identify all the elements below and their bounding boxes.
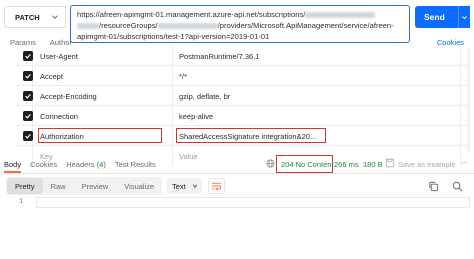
url-line-1: https://afreen-apimgmt-01.management.azu… <box>77 10 306 19</box>
copy-icon[interactable] <box>428 181 439 192</box>
search-icon[interactable] <box>452 181 463 192</box>
view-mode-preview[interactable]: Preview <box>74 178 117 194</box>
wrap-lines-button[interactable] <box>208 178 225 194</box>
table-row: Accept */* <box>16 66 470 86</box>
check-icon <box>25 134 31 139</box>
table-row: Accept-Encoding gzip, deflate, br <box>16 86 470 106</box>
redacted-subscription-id <box>305 12 376 18</box>
header-enabled-checkbox[interactable] <box>23 71 33 81</box>
header-key[interactable]: User-Agent <box>40 52 78 61</box>
chevron-down-icon <box>462 15 467 19</box>
url-line-3: apimgmt-01/subscriptions/test-1?api-vers… <box>77 32 270 41</box>
view-mode-pretty[interactable]: Pretty <box>7 178 43 194</box>
status-code[interactable]: 204 No Content <box>281 160 334 169</box>
check-icon <box>25 94 31 99</box>
check-icon <box>25 54 31 59</box>
header-enabled-checkbox[interactable] <box>23 111 33 121</box>
line-number: 1 <box>19 198 24 206</box>
header-key[interactable]: Authorization <box>40 132 84 141</box>
format-label: Text <box>172 181 186 191</box>
more-options-icon[interactable]: ··· <box>461 157 468 167</box>
table-row: User-Agent PostmanRuntime/7.36.1 <box>16 46 470 66</box>
redacted-subscription-id-cont <box>77 23 99 29</box>
header-key[interactable]: Connection <box>40 112 78 121</box>
header-enabled-checkbox[interactable] <box>23 51 33 61</box>
view-mode-selector: Pretty Raw Preview Visualize <box>6 177 162 195</box>
redacted-resource-group <box>157 23 218 29</box>
method-label: PATCH <box>15 12 40 22</box>
chevron-down-icon <box>192 184 198 188</box>
header-value[interactable]: PostmanRuntime/7.36.1 <box>179 52 259 61</box>
wrap-lines-icon <box>211 182 222 191</box>
send-label: Send <box>424 12 445 22</box>
response-tabs: Body Cookies Headers (4) Test Results <box>4 160 156 169</box>
header-enabled-checkbox[interactable] <box>23 91 33 101</box>
header-value[interactable]: keep-alive <box>179 112 213 121</box>
tab-cookies[interactable]: Cookies <box>30 160 57 169</box>
send-button[interactable]: Send <box>415 6 470 28</box>
save-icon <box>385 158 395 168</box>
save-as-example-button[interactable]: Save as example <box>398 160 456 169</box>
header-value[interactable]: SharedAccessSignature integration&20... <box>179 132 316 141</box>
table-row: Authorization SharedAccessSignature inte… <box>16 126 470 146</box>
table-row: Connection keep-alive <box>16 106 470 126</box>
tab-body[interactable]: Body <box>4 160 21 169</box>
headers-scrollbar[interactable] <box>467 48 470 153</box>
header-value[interactable]: */* <box>179 72 187 81</box>
view-mode-visualize[interactable]: Visualize <box>116 178 162 194</box>
url-line-2a: /resourceGroups/ <box>99 21 158 30</box>
check-icon <box>25 114 31 119</box>
header-value[interactable]: gzip, deflate, br <box>179 92 230 101</box>
tab-headers-label: Headers <box>66 160 95 169</box>
new-header-value-input[interactable]: Value <box>179 152 198 161</box>
header-enabled-checkbox[interactable] <box>23 131 33 141</box>
response-body-editor[interactable] <box>36 197 470 208</box>
header-key[interactable]: Accept-Encoding <box>40 92 97 101</box>
tab-test-results[interactable]: Test Results <box>115 160 156 169</box>
url-input[interactable]: https://afreen-apimgmt-01.management.azu… <box>70 5 410 43</box>
tab-headers[interactable]: Headers (4) <box>66 160 106 169</box>
response-size[interactable]: 180 B <box>363 160 383 169</box>
send-options-toggle[interactable] <box>458 6 470 28</box>
header-key[interactable]: Accept <box>40 72 63 81</box>
view-mode-raw[interactable]: Raw <box>43 178 74 194</box>
format-select[interactable]: Text <box>167 178 202 194</box>
globe-icon[interactable] <box>266 159 275 168</box>
method-select[interactable]: PATCH <box>4 6 66 28</box>
response-time[interactable]: 266 ms <box>334 160 359 169</box>
headers-count: (4) <box>96 160 106 169</box>
check-icon <box>25 74 31 79</box>
chevron-down-icon <box>52 15 58 19</box>
divider <box>0 173 474 174</box>
url-line-2b: /providers/Microsoft.ApiManagement/servi… <box>217 21 394 30</box>
